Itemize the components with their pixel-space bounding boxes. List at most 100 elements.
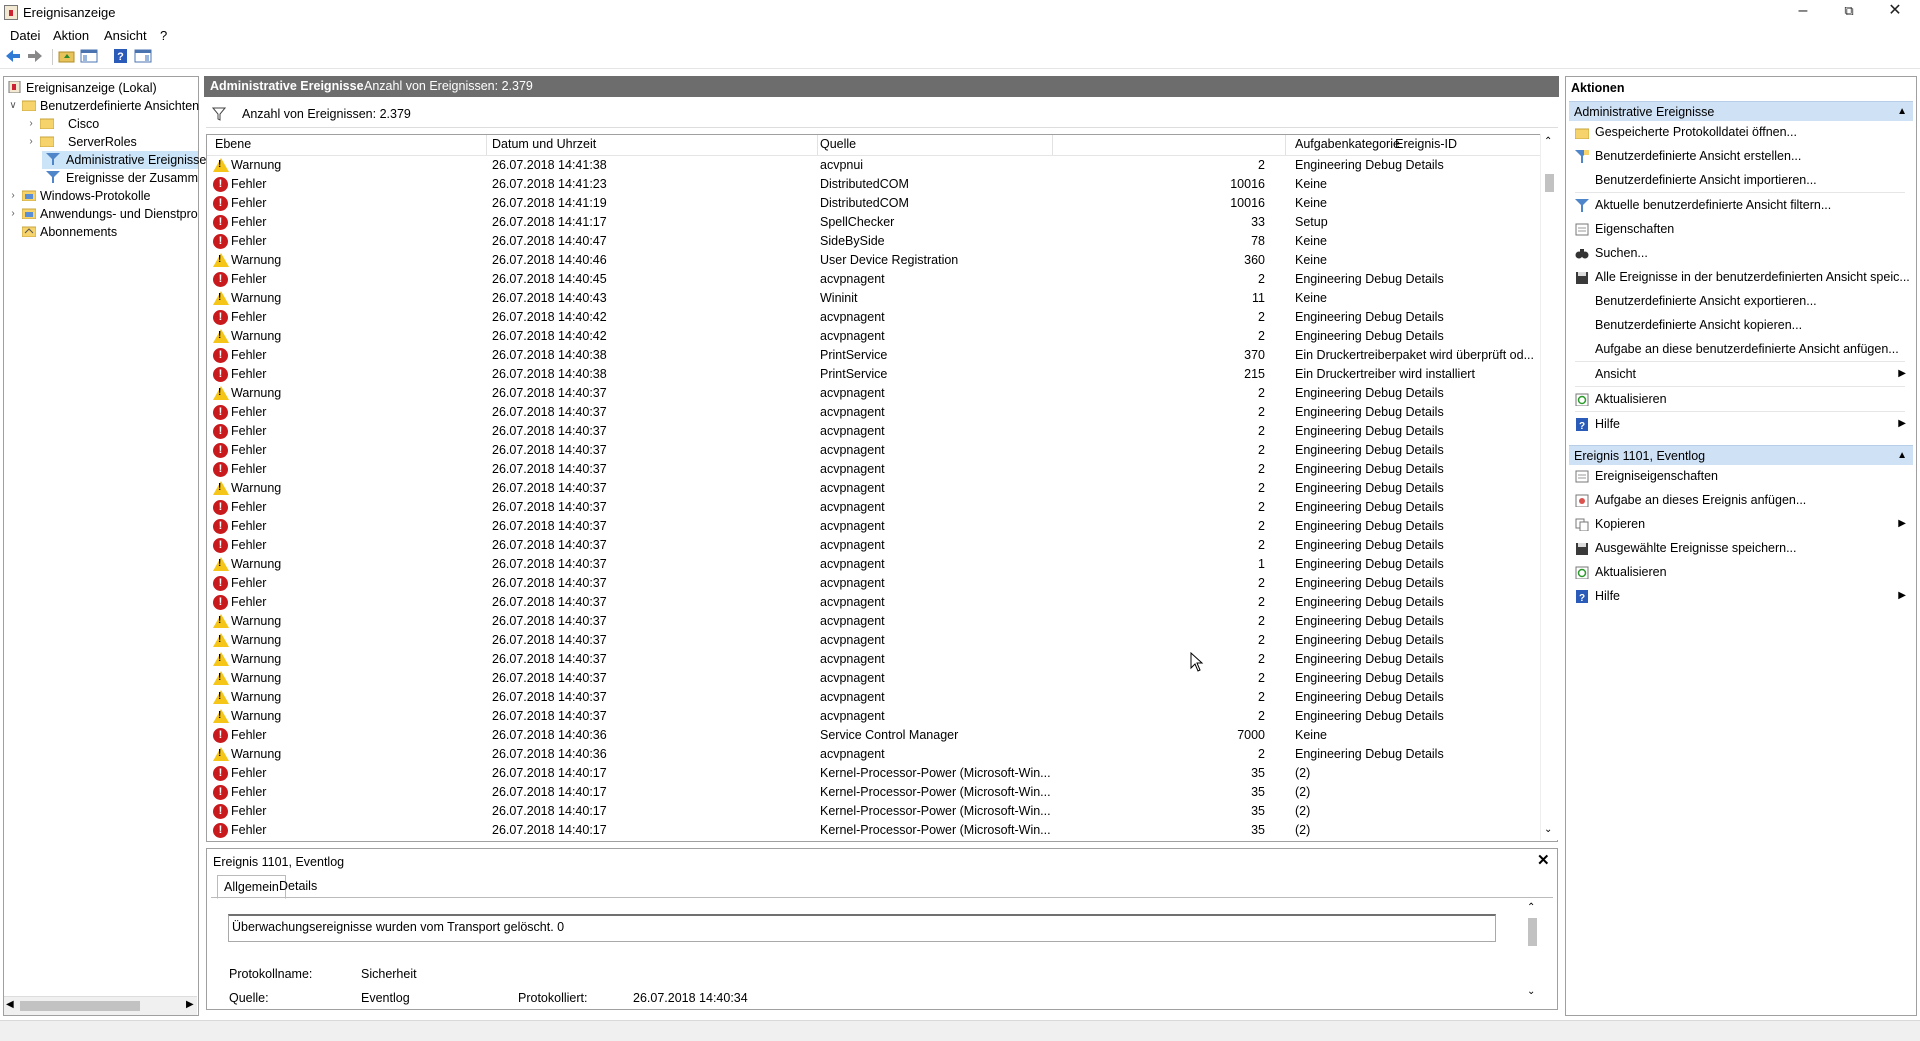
collapse-triangle-icon[interactable]: ▲ [1897, 446, 1907, 466]
expand-chevron-icon[interactable]: › [8, 187, 18, 205]
menu-ansicht[interactable]: Ansicht [104, 28, 147, 43]
column-separator[interactable] [1052, 135, 1053, 155]
action-benutzerdefinierte-ansicht-exportieren[interactable]: Benutzerdefinierte Ansicht exportieren..… [1566, 290, 1914, 314]
minimize-button[interactable]: – [1780, 0, 1826, 26]
restore-button[interactable]: ⧉ [1826, 0, 1872, 26]
section-header-event[interactable]: Ereignis 1101, Eventlog ▲ [1569, 445, 1913, 465]
table-row[interactable]: Fehler 26.07.2018 14:40:37 acvpnagent 2 Engi… [207, 441, 1537, 460]
action-hilfe[interactable]: ? Hilfe ▶ [1566, 585, 1914, 609]
table-row[interactable]: Fehler 26.07.2018 14:40:37 acvpnagent 2 Engi… [207, 574, 1537, 593]
action-ansicht[interactable]: Ansicht ▶ [1566, 363, 1914, 387]
action-suchen[interactable]: Suchen... [1566, 242, 1914, 266]
column-header-level[interactable]: Ebene [215, 137, 251, 153]
tree-item-admin-events[interactable]: Administrative Ereignisse [42, 151, 206, 169]
column-header-datetime[interactable]: Datum und Uhrzeit [492, 137, 596, 153]
scrollbar-thumb[interactable] [20, 1001, 140, 1011]
scroll-down-arrow-icon[interactable]: ⌄ [1544, 824, 1552, 835]
column-header-task-category[interactable]: Aufgabenkategorie [1295, 137, 1400, 153]
table-row[interactable]: Fehler 26.07.2018 14:40:47 SideBySide 78 Kei… [207, 232, 1537, 251]
table-row[interactable]: Fehler 26.07.2018 14:40:17 Kernel-Processo… [207, 764, 1537, 783]
table-row[interactable]: Fehler 26.07.2018 14:40:17 Kernel-Processo… [207, 821, 1537, 840]
table-row[interactable]: Warnung 26.07.2018 14:40:43 Wininit 11 Keine [207, 289, 1537, 308]
action-benutzerdefinierte-ansicht-kopieren[interactable]: Benutzerdefinierte Ansicht kopieren... [1566, 314, 1914, 338]
action-kopieren[interactable]: Kopieren ▶ [1566, 513, 1914, 537]
action-benutzerdefinierte-ansicht-importieren[interactable]: Benutzerdefinierte Ansicht importieren..… [1566, 169, 1914, 193]
column-separator[interactable] [817, 135, 818, 155]
tree-horizontal-scrollbar[interactable]: ◀ ▶ [4, 996, 197, 1015]
table-row[interactable]: Warnung 26.07.2018 14:40:37 acvpnagent 2 Eng… [207, 707, 1537, 726]
folder-up-icon[interactable] [58, 48, 76, 64]
section-header-admin-events[interactable]: Administrative Ereignisse ▲ [1569, 101, 1913, 121]
action-aufgabe-an-dieses-ereignis-anfügen[interactable]: Aufgabe an dieses Ereignis anfügen... [1566, 489, 1914, 513]
table-row[interactable]: Warnung 26.07.2018 14:40:36 acvpnagent 2 Eng… [207, 745, 1537, 764]
action-aktualisieren[interactable]: Aktualisieren [1566, 388, 1914, 412]
collapse-triangle-icon[interactable]: ▲ [1897, 102, 1907, 122]
table-row[interactable]: Warnung 26.07.2018 14:40:37 acvpnagent 2 Eng… [207, 479, 1537, 498]
help-icon[interactable]: ? [112, 48, 130, 64]
table-row[interactable]: Fehler 26.07.2018 14:40:36 Service Control… [207, 726, 1537, 745]
menu-datei[interactable]: Datei [10, 28, 40, 43]
expand-chevron-icon[interactable]: › [26, 133, 36, 151]
action-aufgabe-an-diese-benutzerdefinierte-ansicht-anfügen[interactable]: Aufgabe an diese benutzerdefinierte Ansi… [1566, 338, 1914, 362]
detail-vertical-scrollbar[interactable]: ⌃ ⌄ [1524, 902, 1541, 1002]
event-message-box[interactable]: Überwachungsereignisse wurden vom Transp… [228, 914, 1496, 942]
table-row[interactable]: Warnung 26.07.2018 14:41:38 acvpnui 2 Engine… [207, 156, 1537, 175]
action-alle-ereignisse-in-der-benutzerdefinierten-ansicht-speic[interactable]: Alle Ereignisse in der benutzerdefiniert… [1566, 266, 1914, 290]
expand-chevron-icon[interactable]: › [26, 115, 36, 133]
table-row[interactable]: Warnung 26.07.2018 14:40:37 acvpnagent 1 Eng… [207, 555, 1537, 574]
column-separator[interactable] [1285, 135, 1286, 155]
menu-aktion[interactable]: Aktion [53, 28, 89, 43]
menu-help[interactable]: ? [160, 28, 167, 43]
table-row[interactable]: Warnung 26.07.2018 14:40:37 acvpnagent 2 Eng… [207, 650, 1537, 669]
table-row[interactable]: Fehler 26.07.2018 14:40:17 Kernel-Processo… [207, 802, 1537, 821]
column-header-event-id[interactable]: Ereignis-ID [1395, 137, 1457, 153]
action-hilfe[interactable]: ? Hilfe ▶ [1566, 413, 1914, 437]
table-row[interactable]: Warnung 26.07.2018 14:40:46 User Device Re… [207, 251, 1537, 270]
scroll-up-arrow-icon[interactable]: ⌃ [1527, 902, 1535, 913]
column-separator[interactable] [486, 135, 487, 155]
tab-details[interactable]: Details [273, 875, 323, 897]
show-hide-action-pane-icon[interactable] [134, 48, 152, 64]
scrollbar-thumb[interactable] [1528, 918, 1537, 946]
table-row[interactable]: Fehler 26.07.2018 14:40:37 acvpnagent 2 Engi… [207, 422, 1537, 441]
table-row[interactable]: Fehler 26.07.2018 14:40:37 acvpnagent 2 Engi… [207, 517, 1537, 536]
table-row[interactable]: Fehler 26.07.2018 14:40:17 Kernel-Processo… [207, 783, 1537, 802]
table-row[interactable]: Fehler 26.07.2018 14:40:45 acvpnagent 2 Engi… [207, 270, 1537, 289]
table-row[interactable]: Fehler 26.07.2018 14:41:19 DistributedCOM 1… [207, 194, 1537, 213]
action-gespeicherte-protokolldatei-öffnen[interactable]: Gespeicherte Protokolldatei öffnen... [1566, 121, 1914, 145]
scroll-down-arrow-icon[interactable]: ⌄ [1527, 986, 1535, 997]
action-ereigniseigenschaften[interactable]: Ereigniseigenschaften [1566, 465, 1914, 489]
column-header-source[interactable]: Quelle [820, 137, 856, 153]
table-row[interactable]: Fehler 26.07.2018 14:40:37 acvpnagent 2 Engi… [207, 593, 1537, 612]
table-row[interactable]: Fehler 26.07.2018 14:41:17 SpellChecker 33 S… [207, 213, 1537, 232]
table-row[interactable]: Fehler 26.07.2018 14:41:23 DistributedCOM 1… [207, 175, 1537, 194]
close-detail-icon[interactable]: ✕ [1537, 851, 1550, 869]
action-aktuelle-benutzerdefinierte-ansicht-filtern[interactable]: Aktuelle benutzerdefinierte Ansicht filt… [1566, 194, 1914, 218]
table-row[interactable]: Fehler 26.07.2018 14:40:37 acvpnagent 2 Engi… [207, 498, 1537, 517]
table-row[interactable]: Warnung 26.07.2018 14:40:37 acvpnagent 2 Eng… [207, 688, 1537, 707]
table-row[interactable]: Fehler 26.07.2018 14:40:38 PrintService 215… [207, 365, 1537, 384]
table-row[interactable]: Warnung 26.07.2018 14:40:42 acvpnagent 2 Eng… [207, 327, 1537, 346]
action-benutzerdefinierte-ansicht-erstellen[interactable]: Benutzerdefinierte Ansicht erstellen... [1566, 145, 1914, 169]
action-eigenschaften[interactable]: Eigenschaften [1566, 218, 1914, 242]
table-row[interactable]: Fehler 26.07.2018 14:40:38 PrintService 370… [207, 346, 1537, 365]
scrollbar-thumb[interactable] [1545, 174, 1554, 192]
event-list-vertical-scrollbar[interactable]: ⌃ ⌄ [1540, 134, 1558, 840]
scroll-left-arrow-icon[interactable]: ◀ [6, 999, 14, 1010]
scroll-right-arrow-icon[interactable]: ▶ [186, 999, 194, 1010]
back-arrow-icon[interactable] [4, 48, 22, 64]
table-row[interactable]: Warnung 26.07.2018 14:40:37 acvpnagent 2 Eng… [207, 612, 1537, 631]
table-row[interactable]: Fehler 26.07.2018 14:40:37 acvpnagent 2 Engi… [207, 460, 1537, 479]
forward-arrow-icon[interactable] [26, 48, 44, 64]
show-hide-console-tree-icon[interactable] [80, 48, 98, 64]
expand-chevron-icon[interactable]: › [8, 205, 18, 223]
table-row[interactable]: Warnung 26.07.2018 14:40:37 acvpnagent 2 Eng… [207, 631, 1537, 650]
action-aktualisieren[interactable]: Aktualisieren [1566, 561, 1914, 585]
tree-item-app-services[interactable]: › Anwendungs- und Dienstpro [6, 205, 198, 223]
table-row[interactable]: Fehler 26.07.2018 14:40:37 acvpnagent 2 Engi… [207, 536, 1537, 555]
collapse-chevron-icon[interactable]: ∨ [8, 97, 18, 115]
close-button[interactable]: ✕ [1872, 0, 1918, 26]
tree-item-summary-events[interactable]: Ereignisse der Zusammen [42, 169, 198, 187]
table-row[interactable]: Fehler 26.07.2018 14:40:37 acvpnagent 2 Engi… [207, 403, 1537, 422]
table-row[interactable]: Fehler 26.07.2018 14:40:42 acvpnagent 2 Engi… [207, 308, 1537, 327]
